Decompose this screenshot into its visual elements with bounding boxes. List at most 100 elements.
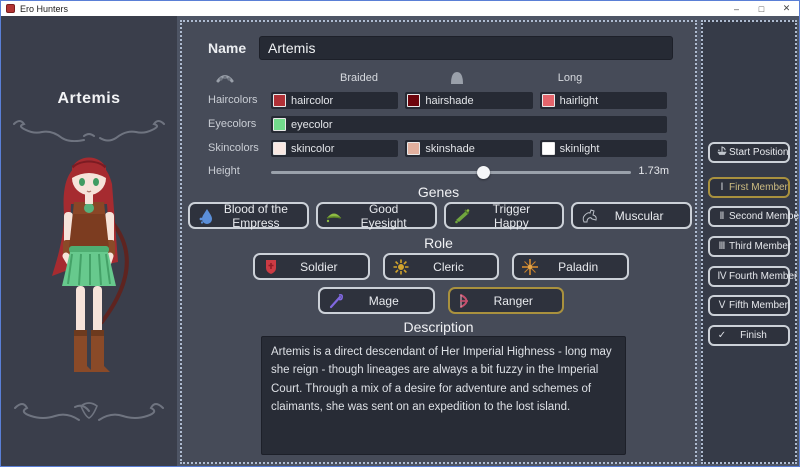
eye-icon: [325, 207, 343, 225]
hairlight-field[interactable]: hairlight: [540, 92, 667, 109]
checkmark-icon: ✓: [715, 330, 729, 341]
skincolor-field[interactable]: skincolor: [271, 140, 398, 157]
gene-button-blood-of-the-empress[interactable]: Blood of the Empress: [188, 202, 309, 229]
eyecolor-field[interactable]: eyecolor: [271, 116, 667, 133]
skinshade-swatch[interactable]: [407, 142, 420, 155]
maximize-button[interactable]: □: [749, 1, 774, 16]
color-row-skincolors: Skincolors skincolor skinshade skinlight: [182, 140, 695, 157]
role-section-title: Role: [182, 235, 695, 251]
gene-label: Blood of the Empress: [219, 202, 293, 230]
minimize-button[interactable]: –: [724, 1, 749, 16]
name-input[interactable]: [259, 36, 673, 60]
start-position-button[interactable]: Start Position: [708, 142, 790, 163]
hairlight-swatch[interactable]: [542, 94, 555, 107]
side-button-label: Third Member: [729, 241, 791, 252]
side-button-label: Start Position: [729, 147, 788, 158]
role-label: Mage: [349, 294, 419, 308]
row-label: Skincolors: [208, 142, 259, 154]
long-hair-icon[interactable]: [448, 71, 466, 85]
app-icon: [6, 4, 15, 13]
name-label: Name: [208, 40, 246, 56]
side-button-label: Second Member: [729, 211, 799, 222]
fifth-member-button[interactable]: ⅤFifth Member: [708, 295, 790, 316]
role-row-2: Mage Ranger: [318, 287, 564, 314]
numeral-one-icon: Ⅰ: [715, 182, 729, 193]
title-bar: Ero Hunters – □ ✕: [1, 1, 799, 16]
side-button-label: Fourth Member: [729, 271, 797, 282]
swatch-label: eyecolor: [291, 119, 333, 131]
swatch-label: hairshade: [425, 95, 473, 107]
flourish-ornament: [9, 398, 169, 424]
shield-icon: [262, 258, 280, 276]
arm-icon: [580, 207, 598, 225]
color-row-eyecolors: Eyecolors eyecolor: [182, 116, 695, 133]
skincolor-swatch[interactable]: [273, 142, 286, 155]
eyecolor-swatch[interactable]: [273, 118, 286, 131]
third-member-button[interactable]: ⅢThird Member: [708, 236, 790, 257]
role-button-cleric[interactable]: Cleric: [383, 253, 500, 280]
role-label: Ranger: [479, 294, 549, 308]
gene-button-good-eyesight[interactable]: Good Eyesight: [316, 202, 437, 229]
role-label: Cleric: [414, 260, 484, 274]
role-button-mage[interactable]: Mage: [318, 287, 435, 314]
gun-icon: [453, 207, 471, 225]
radiant-cross-icon: [521, 258, 539, 276]
character-editor-panel: Name Braided Long Haircolors haircolor hai…: [180, 20, 697, 464]
numeral-three-icon: Ⅲ: [715, 241, 729, 252]
hair-style-row: Braided Long: [182, 70, 695, 88]
genes-section-title: Genes: [182, 184, 695, 200]
height-slider-thumb[interactable]: [477, 166, 490, 179]
swatch-label: skinlight: [560, 143, 600, 155]
numeral-five-icon: Ⅴ: [715, 300, 729, 311]
haircolor-field[interactable]: haircolor: [271, 92, 398, 109]
party-slots-panel: Start Position ⅠFirst Member ⅡSecond Membe…: [701, 20, 797, 464]
sun-icon: [392, 258, 410, 276]
fourth-member-button[interactable]: ⅣFourth Member: [708, 266, 790, 287]
height-label: Height: [208, 165, 240, 177]
haircolor-swatch[interactable]: [273, 94, 286, 107]
row-label: Eyecolors: [208, 118, 256, 130]
numeral-two-icon: Ⅱ: [715, 211, 729, 222]
role-button-soldier[interactable]: Soldier: [253, 253, 370, 280]
row-label: Haircolors: [208, 94, 258, 106]
role-button-ranger[interactable]: Ranger: [448, 287, 565, 314]
role-row-1: Soldier Cleric Paladin: [253, 253, 629, 280]
height-row: Height 1.73m: [182, 163, 695, 181]
hairshade-field[interactable]: hairshade: [405, 92, 532, 109]
numeral-four-icon: Ⅳ: [715, 271, 729, 282]
gene-label: Trigger Happy: [475, 202, 549, 230]
hairshade-swatch[interactable]: [407, 94, 420, 107]
height-value: 1.73m: [638, 165, 669, 177]
finish-button[interactable]: ✓Finish: [708, 325, 790, 346]
skinlight-field[interactable]: skinlight: [540, 140, 667, 157]
second-member-button[interactable]: ⅡSecond Member: [708, 206, 790, 227]
window-title: Ero Hunters: [20, 4, 724, 14]
swatch-label: haircolor: [291, 95, 333, 107]
droplet-icon: [197, 207, 215, 225]
boat-icon: [715, 144, 729, 161]
side-button-label: First Member: [729, 182, 788, 193]
character-name-heading: Artemis: [1, 90, 177, 108]
role-label: Soldier: [284, 260, 354, 274]
color-row-haircolors: Haircolors haircolor hairshade hairlight: [182, 92, 695, 109]
height-slider[interactable]: [271, 171, 631, 174]
skinshade-field[interactable]: skinshade: [405, 140, 532, 157]
close-button[interactable]: ✕: [774, 1, 799, 16]
character-preview-panel: Artemis: [1, 16, 177, 466]
app-window: Ero Hunters – □ ✕ Artemis: [0, 0, 800, 467]
first-member-button[interactable]: ⅠFirst Member: [708, 177, 790, 198]
hair-front-style-label[interactable]: Braided: [259, 72, 459, 84]
description-textarea[interactable]: Artemis is a direct descendant of Her Im…: [261, 336, 626, 455]
gene-button-muscular[interactable]: Muscular: [571, 202, 692, 229]
role-button-paladin[interactable]: Paladin: [512, 253, 629, 280]
gene-button-trigger-happy[interactable]: Trigger Happy: [444, 202, 565, 229]
side-button-label: Finish: [729, 330, 778, 341]
game-stage: Artemis: [1, 16, 799, 466]
skinlight-swatch[interactable]: [542, 142, 555, 155]
braided-hairband-icon[interactable]: [216, 71, 234, 85]
side-button-label: Fifth Member: [729, 300, 788, 311]
gene-label: Good Eyesight: [347, 202, 421, 230]
bow-icon: [457, 292, 475, 310]
flourish-ornament: [9, 116, 169, 142]
hair-back-style-label[interactable]: Long: [470, 72, 670, 84]
